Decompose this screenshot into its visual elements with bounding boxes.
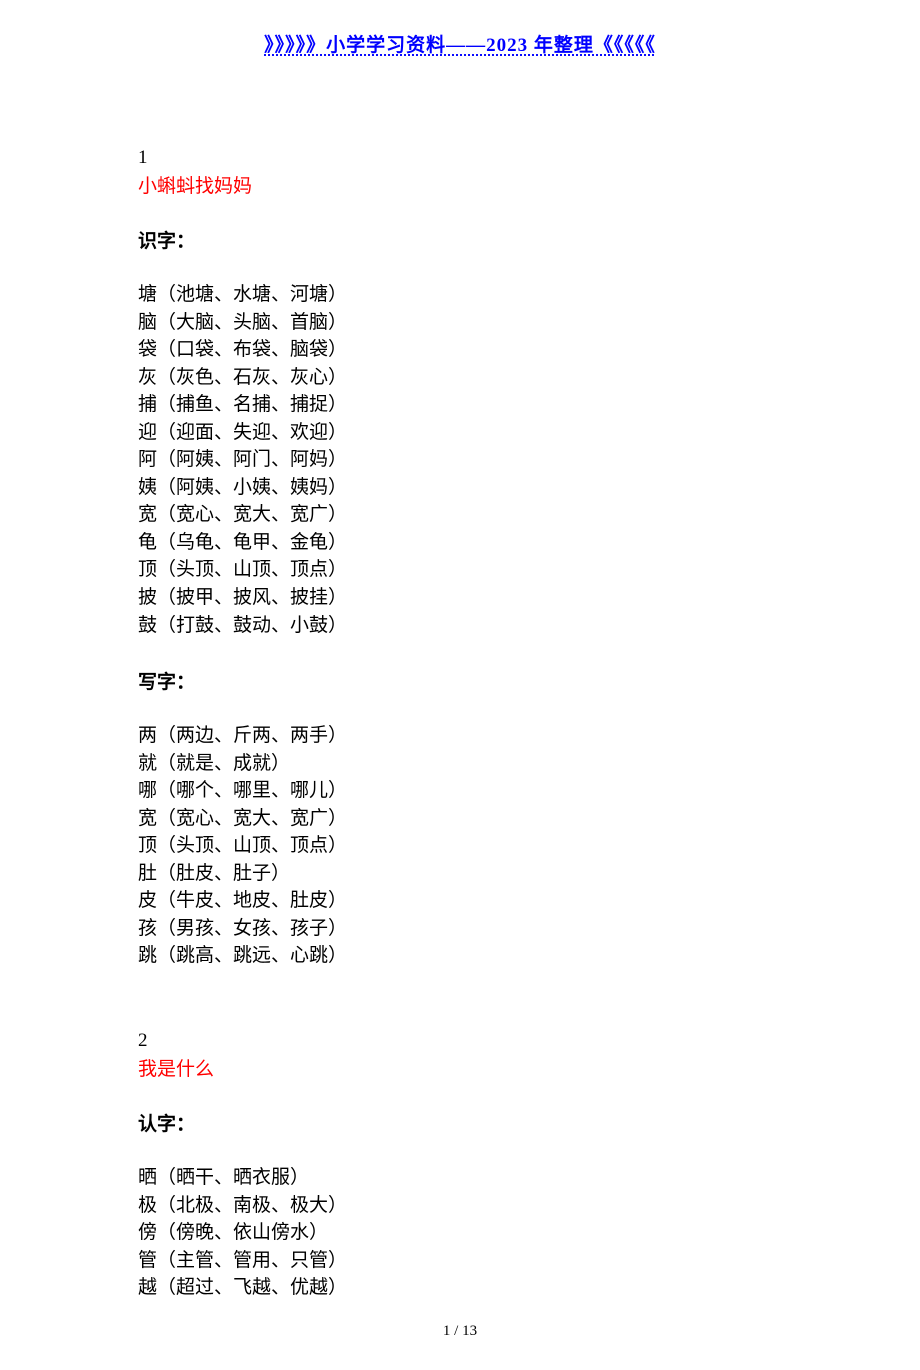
- entry-line: 披（披甲、披风、披挂）: [138, 584, 782, 612]
- entry-line: 极（北极、南极、极大）: [138, 1192, 782, 1220]
- entry-line: 袋（口袋、布袋、脑袋）: [138, 336, 782, 364]
- entry-line: 晒（晒干、晒衣服）: [138, 1164, 782, 1192]
- section-label-shizi: 识字：: [138, 226, 782, 253]
- entry-line: 宽（宽心、宽大、宽广）: [138, 501, 782, 529]
- entry-line: 捕（捕鱼、名捕、捕捉）: [138, 391, 782, 419]
- lesson-number: 2: [138, 1030, 782, 1052]
- entry-line: 龟（乌龟、龟甲、金龟）: [138, 529, 782, 557]
- entry-line: 越（超过、飞越、优越）: [138, 1274, 782, 1302]
- entry-line: 宽（宽心、宽大、宽广）: [138, 805, 782, 833]
- entry-line: 姨（阿姨、小姨、姨妈）: [138, 474, 782, 502]
- entry-line: 顶（头顶、山顶、顶点）: [138, 832, 782, 860]
- page-header: 》》》》》小学学习资料——2023 年整理《《《《《: [138, 30, 782, 57]
- entry-list-renzi: 晒（晒干、晒衣服） 极（北极、南极、极大） 傍（傍晚、依山傍水） 管（主管、管用…: [138, 1164, 782, 1302]
- lesson-block-1: 1 小蝌蚪找妈妈 识字： 塘（池塘、水塘、河塘） 脑（大脑、头脑、首脑） 袋（口…: [138, 147, 782, 970]
- entry-list-xiezi: 两（两边、斤两、两手） 就（就是、成就） 哪（哪个、哪里、哪儿） 宽（宽心、宽大…: [138, 722, 782, 970]
- section-label-renzi: 认字：: [138, 1109, 782, 1136]
- entry-line: 顶（头顶、山顶、顶点）: [138, 556, 782, 584]
- entry-line: 灰（灰色、石灰、灰心）: [138, 364, 782, 392]
- document-page: 》》》》》小学学习资料——2023 年整理《《《《《 1 小蝌蚪找妈妈 识字： …: [0, 0, 920, 1370]
- entry-line: 肚（肚皮、肚子）: [138, 860, 782, 888]
- page-number: 1 / 13: [0, 1323, 920, 1340]
- entry-line: 就（就是、成就）: [138, 750, 782, 778]
- entry-line: 塘（池塘、水塘、河塘）: [138, 281, 782, 309]
- lesson-block-2: 2 我是什么 认字： 晒（晒干、晒衣服） 极（北极、南极、极大） 傍（傍晚、依山…: [138, 1030, 782, 1302]
- entry-line: 跳（跳高、跳远、心跳）: [138, 942, 782, 970]
- section-label-xiezi: 写字：: [138, 667, 782, 694]
- entry-line: 孩（男孩、女孩、孩子）: [138, 915, 782, 943]
- entry-line: 阿（阿姨、阿门、阿妈）: [138, 446, 782, 474]
- entry-line: 脑（大脑、头脑、首脑）: [138, 309, 782, 337]
- entry-line: 两（两边、斤两、两手）: [138, 722, 782, 750]
- lesson-number: 1: [138, 147, 782, 169]
- entry-line: 傍（傍晚、依山傍水）: [138, 1219, 782, 1247]
- entry-line: 管（主管、管用、只管）: [138, 1247, 782, 1275]
- lesson-title: 小蝌蚪找妈妈: [138, 171, 782, 198]
- spacer: [138, 998, 782, 1030]
- entry-line: 皮（牛皮、地皮、肚皮）: [138, 887, 782, 915]
- lesson-title: 我是什么: [138, 1054, 782, 1081]
- entry-list-shizi: 塘（池塘、水塘、河塘） 脑（大脑、头脑、首脑） 袋（口袋、布袋、脑袋） 灰（灰色…: [138, 281, 782, 639]
- entry-line: 鼓（打鼓、鼓动、小鼓）: [138, 612, 782, 640]
- entry-line: 哪（哪个、哪里、哪儿）: [138, 777, 782, 805]
- entry-line: 迎（迎面、失迎、欢迎）: [138, 419, 782, 447]
